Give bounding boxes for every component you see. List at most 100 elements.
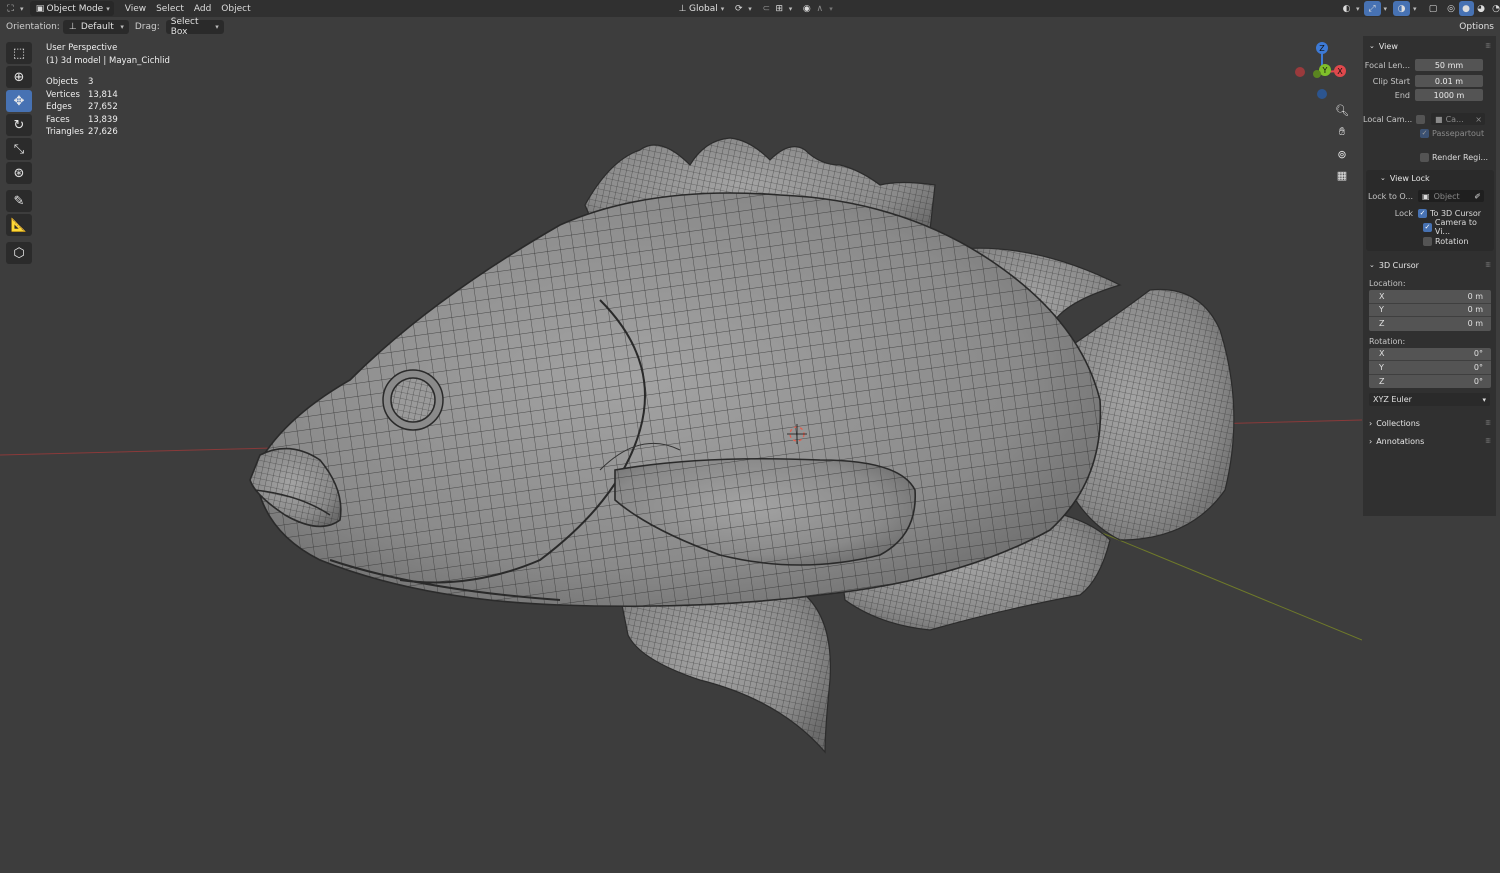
cursor-location-y[interactable]: Y0 m (1369, 304, 1491, 317)
camera-view-button[interactable]: ⊚ (1331, 144, 1353, 164)
svg-text:Z: Z (1319, 44, 1325, 53)
camera-to-view-checkbox[interactable]: ✓ (1423, 222, 1432, 232)
chevron-down-icon: ▾ (106, 4, 110, 13)
proportional-editing-toggle[interactable]: ◉ ∧ ▾ (796, 1, 837, 16)
material-shading-button[interactable]: ◕ (1474, 1, 1489, 16)
lock-rotation-checkbox[interactable] (1423, 236, 1432, 246)
3d-viewport-icon: ⛶ (7, 3, 14, 14)
drag-dropdown[interactable]: Select Box ▾ (165, 17, 224, 37)
3d-viewport[interactable] (0, 36, 1362, 873)
measure-tool[interactable]: 📐 (6, 214, 32, 236)
chevron-down-icon: ▾ (829, 4, 833, 13)
gizmo-z-negative[interactable] (1317, 89, 1327, 99)
menu-object[interactable]: Object (216, 1, 255, 16)
local-camera-checkbox[interactable] (1416, 114, 1425, 124)
cursor-rotation-y[interactable]: Y 0° (1369, 361, 1491, 375)
cursor-location-vector: X0 m Y0 m Z0 m (1369, 290, 1491, 331)
rotate-icon: ↻ (13, 117, 25, 133)
chevron-down-icon: ▾ (748, 4, 752, 13)
clip-end-field[interactable]: 1000 m (1415, 89, 1483, 101)
lock-to-3d-cursor-checkbox[interactable]: ✓ (1418, 208, 1427, 218)
drag-label: Drag: (134, 21, 160, 32)
solid-shading-button[interactable]: ● (1458, 1, 1474, 16)
drag-grip-icon[interactable]: ⁞⁞⁞⁞ (1485, 261, 1491, 269)
transform-orientation-dropdown[interactable]: ⊥ Global ▾ (672, 1, 728, 16)
gizmo-icon: ⤢ (1368, 3, 1376, 14)
chevron-down-icon: ▾ (215, 22, 219, 31)
focal-length-field[interactable]: 50 mm (1415, 59, 1483, 71)
menu-select[interactable]: Select (151, 1, 189, 16)
passepartout-checkbox[interactable]: ✓ (1420, 128, 1429, 138)
drag-grip-icon[interactable]: ⁞⁞⁞⁞ (1485, 419, 1491, 427)
cursor-location-x[interactable]: X0 m (1369, 290, 1491, 304)
overlays-toggle[interactable]: ◑ (1393, 1, 1411, 16)
chevron-down-icon: ⌄ (1369, 261, 1375, 269)
chevron-down-icon: ▾ (1356, 4, 1360, 13)
cursor-rotation-x[interactable]: X 0° (1369, 348, 1491, 361)
cursor-tool[interactable]: ⊕ (6, 66, 32, 88)
cursor-rotation-vector: X 0° Y 0° Z 0° (1369, 347, 1491, 389)
svg-text:X: X (1337, 67, 1343, 76)
eyedropper-icon[interactable]: ✐ (1474, 192, 1481, 201)
object-icon: ▣ (1422, 191, 1430, 201)
zoom-button[interactable]: 🔍︎ (1331, 100, 1353, 120)
clip-end-row: End 1000 m (1363, 88, 1496, 102)
navigation-gizmo[interactable]: Z X Y (1290, 40, 1354, 104)
3d-cursor-panel-header[interactable]: ⌄ 3D Cursor ⁞⁞⁞⁞ (1363, 257, 1496, 273)
lock-to-object-field[interactable]: ▣ Object ✐ (1418, 190, 1484, 202)
transform-tool[interactable]: ⊛ (6, 162, 32, 184)
camera-icon: ⊚ (1337, 147, 1347, 161)
mode-dropdown[interactable]: ▣ Object Mode ▾ (29, 1, 114, 16)
active-object-name: (1) 3d model | Mayan_Cichlid (46, 56, 170, 66)
rendered-shading-button[interactable]: ◔ (1489, 1, 1500, 16)
tool-settings-bar: Orientation: ⊥ Default ▾ Drag: Select Bo… (0, 17, 1500, 37)
passepartout-row: ✓ Passepartout (1420, 128, 1485, 138)
collections-panel-header[interactable]: › Collections ⁞⁞⁞⁞ (1363, 415, 1496, 431)
render-region-checkbox[interactable] (1420, 152, 1429, 162)
editor-type-button[interactable]: ⛶ ▾ (0, 1, 28, 16)
drag-grip-icon[interactable]: ⁞⁞⁞⁞ (1485, 437, 1491, 445)
gizmo-y-negative[interactable] (1313, 70, 1321, 78)
menu-add[interactable]: Add (189, 1, 216, 16)
cursor-rotation-z[interactable]: Z 0° (1369, 375, 1491, 389)
cursor-location-z[interactable]: Z0 m (1369, 317, 1491, 331)
camera-object-icon: ■ (1435, 114, 1443, 124)
orientation-dropdown[interactable]: ⊥ Default ▾ (62, 19, 129, 34)
view-lock-header[interactable]: ⌄ View Lock (1366, 170, 1494, 186)
rotation-mode-dropdown[interactable]: XYZ Euler ▾ (1369, 393, 1490, 406)
stat-row: Objects 3 (46, 77, 94, 87)
annotations-panel-header[interactable]: › Annotations ⁞⁞⁞⁞ (1363, 433, 1496, 449)
drag-grip-icon[interactable]: ⁞⁞⁞⁞ (1485, 42, 1491, 50)
orientation-axes-icon: ⊥ (678, 3, 687, 14)
focal-length-row: Focal Len... 50 mm (1363, 58, 1496, 72)
fish-mesh[interactable] (249, 137, 1235, 754)
move-tool[interactable]: ✥ (6, 90, 32, 112)
gizmo-x-negative[interactable] (1295, 67, 1305, 77)
scale-tool[interactable]: ⤡ (6, 138, 32, 160)
view-panel-header[interactable]: ⌄ View ⁞⁞⁞⁞ (1363, 38, 1496, 54)
close-icon[interactable]: × (1475, 115, 1482, 124)
gizmo-toggle[interactable]: ⤢ (1363, 1, 1381, 16)
pan-button[interactable]: ✋︎ (1331, 122, 1353, 142)
chevron-down-icon: ▾ (788, 4, 793, 13)
annotate-tool[interactable]: ✎ (6, 190, 32, 212)
select-box-tool[interactable]: ⬚ (6, 42, 32, 64)
snap-toggle[interactable]: ⊂ ⊞ ▾ (756, 1, 797, 16)
wireframe-shading-button[interactable]: ◎ (1444, 1, 1459, 16)
options-button[interactable]: Options (1455, 19, 1498, 34)
add-cube-tool[interactable]: ⬡ (6, 242, 32, 264)
clip-start-field[interactable]: 0.01 m (1415, 75, 1483, 87)
xray-toggle[interactable]: ▢ (1423, 1, 1444, 16)
lock-rotation-row: Rotation (1366, 234, 1494, 248)
local-camera-field[interactable]: ■ Ca... × (1431, 113, 1485, 125)
3d-cursor-icon: ⊕ (13, 69, 25, 85)
rotate-tool[interactable]: ↻ (6, 114, 32, 136)
snap-target-icon: ⊞ (775, 3, 784, 14)
visibility-dropdown[interactable]: ◐ ▾ (1336, 1, 1364, 16)
perspective-toggle-button[interactable]: ▦ (1331, 165, 1353, 185)
local-camera-row: Local Cam... ■ Ca... × (1363, 112, 1496, 126)
pivot-point-dropdown[interactable]: ⟳ ▾ (728, 1, 756, 16)
stat-row: Edges 27,652 (46, 102, 118, 112)
overlays-icon: ◑ (1397, 3, 1406, 14)
menu-view[interactable]: View (120, 1, 151, 16)
